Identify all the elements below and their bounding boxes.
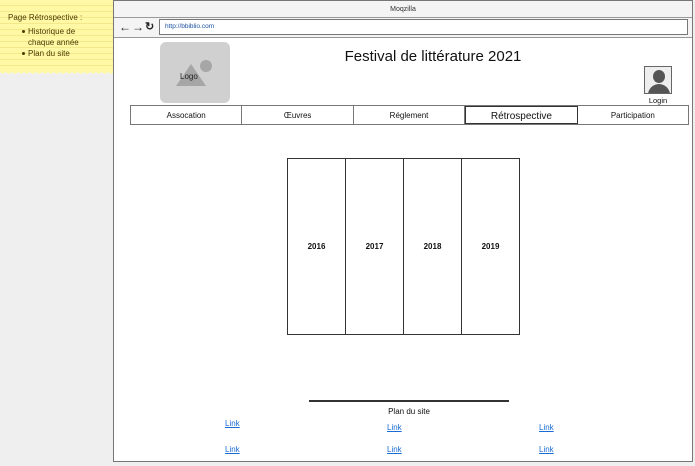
logo-label: Logo bbox=[180, 72, 198, 81]
page-title: Festival de littérature 2021 bbox=[344, 48, 522, 65]
window-title: Moqzilla bbox=[114, 1, 692, 18]
login-label: Login bbox=[648, 96, 668, 105]
year-panel-2019[interactable]: 2019 bbox=[462, 159, 519, 334]
sitemap-divider bbox=[309, 400, 509, 402]
user-avatar-icon bbox=[644, 66, 672, 94]
login-button[interactable]: Login bbox=[643, 66, 673, 105]
menu-item-retrospective[interactable]: Rétrospective bbox=[465, 106, 578, 124]
forward-arrow-icon[interactable]: → bbox=[132, 21, 144, 33]
sitemap-link[interactable]: Link bbox=[225, 445, 240, 454]
main-menu: Assocation Œuvres Réglement Rétrospectiv… bbox=[130, 105, 689, 125]
note-item: Plan du site bbox=[22, 48, 113, 59]
menu-item-association[interactable]: Assocation bbox=[131, 106, 243, 124]
url-input[interactable]: http://bbiblio.com bbox=[159, 19, 688, 35]
sitemap-link[interactable]: Link bbox=[387, 445, 402, 454]
browser-window: Moqzilla ← → ↻ http://bbiblio.com Logo F… bbox=[113, 0, 693, 462]
note-title: Page Rétrospective : bbox=[8, 13, 83, 22]
note-item: Historique de chaque année bbox=[22, 26, 88, 48]
back-arrow-icon[interactable]: ← bbox=[119, 21, 131, 33]
refresh-icon[interactable]: ↻ bbox=[145, 21, 154, 33]
sitemap-link[interactable]: Link bbox=[539, 423, 554, 432]
browser-toolbar: ← → ↻ http://bbiblio.com bbox=[114, 18, 692, 38]
sitemap-link[interactable]: Link bbox=[225, 419, 240, 428]
note-list: Historique de chaque année Plan du site bbox=[22, 26, 113, 59]
menu-item-oeuvres[interactable]: Œuvres bbox=[242, 106, 354, 124]
year-panels: 2016 2017 2018 2019 bbox=[287, 158, 520, 335]
sitemap-title: Plan du site bbox=[388, 407, 430, 416]
menu-item-reglement[interactable]: Réglement bbox=[353, 106, 466, 124]
year-panel-2018[interactable]: 2018 bbox=[404, 159, 462, 334]
sitemap-link[interactable]: Link bbox=[539, 445, 554, 454]
year-panel-2016[interactable]: 2016 bbox=[288, 159, 346, 334]
sitemap-link[interactable]: Link bbox=[387, 423, 402, 432]
menu-item-participation[interactable]: Participation bbox=[577, 106, 689, 124]
year-panel-2017[interactable]: 2017 bbox=[346, 159, 404, 334]
sticky-note: Page Rétrospective : Historique de chaqu… bbox=[0, 0, 113, 75]
